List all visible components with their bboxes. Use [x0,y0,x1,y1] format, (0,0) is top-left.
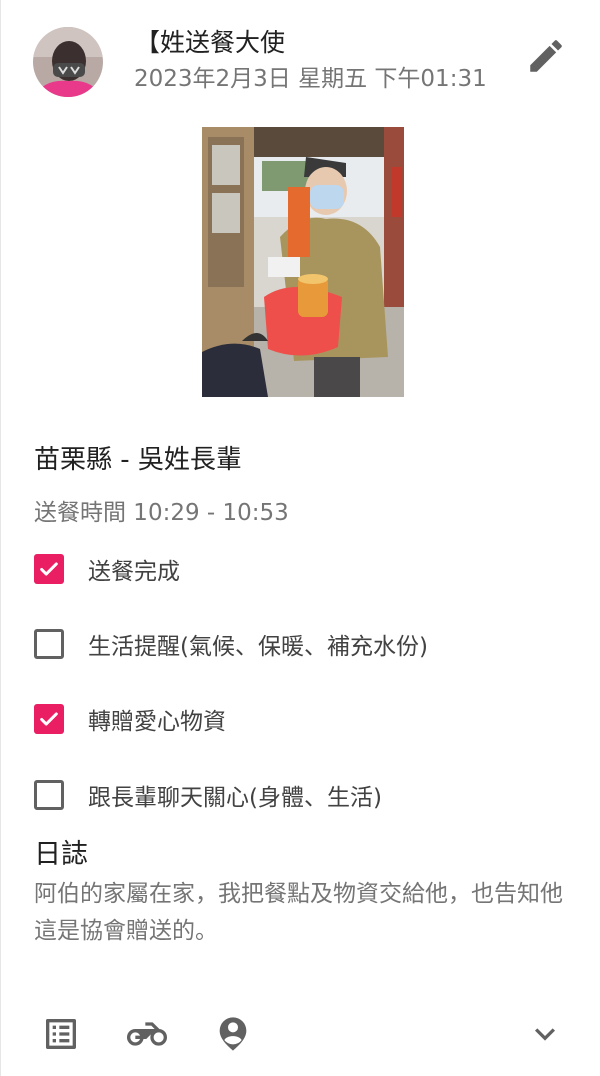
avatar[interactable] [33,27,103,97]
avatar-image [33,27,103,97]
checkbox-unchecked[interactable] [34,629,64,659]
check-icon [40,712,58,726]
author-name: 【姓送餐大使 [135,28,286,57]
motorcycle-icon [127,1022,167,1046]
delivery-route-button[interactable] [127,1014,167,1054]
checkbox-checked[interactable] [34,704,64,734]
edit-button[interactable] [525,35,567,77]
checkbox-unchecked[interactable] [34,780,64,810]
check-icon [40,562,58,576]
list-alt-button[interactable] [41,1014,81,1054]
log-title: 日誌 [34,839,88,870]
delivery-time: 送餐時間 10:29 - 10:53 [34,500,289,526]
checklist-label: 轉贈愛心物資 [88,709,226,735]
checklist-item-meal-delivered[interactable]: 送餐完成 [34,549,180,589]
delivery-photo-image [202,127,404,397]
post-datetime: 2023年2月3日 星期五 下午01:31 [134,66,487,92]
log-text: 阿伯的家屬在家，我把餐點及物資交給他，也告知他這是協會贈送的。 [34,881,563,944]
list-alt-icon [46,1019,76,1049]
expand-button[interactable] [525,1014,565,1054]
delivery-post-card: 【姓送餐大使 2023年2月3日 星期五 下午01:31 苗栗縣 - 吳姓長輩 … [0,0,600,1076]
checklist-item-gift-supplies[interactable]: 轉贈愛心物資 [34,699,226,739]
pencil-icon [530,40,562,72]
checkbox-checked[interactable] [34,554,64,584]
checklist-item-chat-care[interactable]: 跟長輩聊天關心(身體、生活) [34,775,382,815]
checklist-item-life-reminder[interactable]: 生活提醒(氣候、保暖、補充水份) [34,624,428,664]
recipient-title: 苗栗縣 - 吳姓長輩 [34,445,242,475]
delivery-photo[interactable] [202,127,404,397]
checklist-label: 跟長輩聊天關心(身體、生活) [88,785,382,811]
chevron-down-icon [535,1028,555,1041]
checklist-label: 生活提醒(氣候、保暖、補充水份) [88,634,428,660]
recipient-profile-button[interactable] [213,1014,253,1054]
person-pin-icon [219,1017,247,1051]
checklist-label: 送餐完成 [88,559,180,585]
